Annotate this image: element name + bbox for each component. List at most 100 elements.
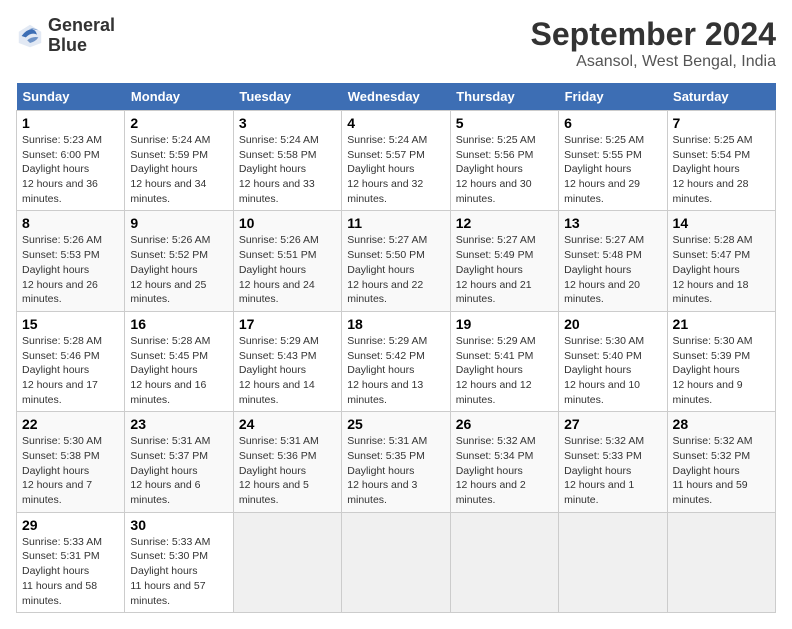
- week-row-1: 1 Sunrise: 5:23 AMSunset: 6:00 PMDayligh…: [17, 111, 776, 211]
- day-number: 8: [22, 215, 119, 231]
- day-number: 13: [564, 215, 661, 231]
- day-number: 19: [456, 316, 553, 332]
- weekday-header-monday: Monday: [125, 83, 233, 111]
- page-header: General Blue September 2024 Asansol, Wes…: [16, 16, 776, 71]
- day-info: Sunrise: 5:32 AMSunset: 5:33 PMDaylight …: [564, 435, 644, 506]
- day-info: Sunrise: 5:31 AMSunset: 5:36 PMDaylight …: [239, 435, 319, 506]
- calendar-cell: [450, 512, 558, 612]
- day-info: Sunrise: 5:26 AMSunset: 5:51 PMDaylight …: [239, 234, 319, 305]
- calendar-cell: 17 Sunrise: 5:29 AMSunset: 5:43 PMDaylig…: [233, 311, 341, 411]
- day-info: Sunrise: 5:32 AMSunset: 5:34 PMDaylight …: [456, 435, 536, 506]
- calendar-cell: 20 Sunrise: 5:30 AMSunset: 5:40 PMDaylig…: [559, 311, 667, 411]
- day-info: Sunrise: 5:28 AMSunset: 5:47 PMDaylight …: [673, 234, 753, 305]
- day-number: 28: [673, 416, 770, 432]
- day-info: Sunrise: 5:30 AMSunset: 5:38 PMDaylight …: [22, 435, 102, 506]
- calendar-cell: [233, 512, 341, 612]
- day-number: 25: [347, 416, 444, 432]
- day-info: Sunrise: 5:28 AMSunset: 5:45 PMDaylight …: [130, 335, 210, 406]
- calendar-cell: 10 Sunrise: 5:26 AMSunset: 5:51 PMDaylig…: [233, 211, 341, 311]
- day-info: Sunrise: 5:25 AMSunset: 5:54 PMDaylight …: [673, 134, 753, 205]
- calendar-cell: 24 Sunrise: 5:31 AMSunset: 5:36 PMDaylig…: [233, 412, 341, 512]
- day-number: 4: [347, 115, 444, 131]
- calendar-cell: 28 Sunrise: 5:32 AMSunset: 5:32 PMDaylig…: [667, 412, 775, 512]
- calendar-cell: 3 Sunrise: 5:24 AMSunset: 5:58 PMDayligh…: [233, 111, 341, 211]
- calendar-cell: 14 Sunrise: 5:28 AMSunset: 5:47 PMDaylig…: [667, 211, 775, 311]
- calendar-cell: 15 Sunrise: 5:28 AMSunset: 5:46 PMDaylig…: [17, 311, 125, 411]
- logo: General Blue: [16, 16, 115, 56]
- day-info: Sunrise: 5:30 AMSunset: 5:39 PMDaylight …: [673, 335, 753, 406]
- day-number: 21: [673, 316, 770, 332]
- day-number: 27: [564, 416, 661, 432]
- month-title: September 2024: [531, 16, 776, 53]
- day-number: 16: [130, 316, 227, 332]
- day-number: 7: [673, 115, 770, 131]
- calendar-cell: 18 Sunrise: 5:29 AMSunset: 5:42 PMDaylig…: [342, 311, 450, 411]
- weekday-header-wednesday: Wednesday: [342, 83, 450, 111]
- calendar-cell: 25 Sunrise: 5:31 AMSunset: 5:35 PMDaylig…: [342, 412, 450, 512]
- calendar-cell: 13 Sunrise: 5:27 AMSunset: 5:48 PMDaylig…: [559, 211, 667, 311]
- calendar-cell: 29 Sunrise: 5:33 AMSunset: 5:31 PMDaylig…: [17, 512, 125, 612]
- week-row-2: 8 Sunrise: 5:26 AMSunset: 5:53 PMDayligh…: [17, 211, 776, 311]
- calendar-cell: 5 Sunrise: 5:25 AMSunset: 5:56 PMDayligh…: [450, 111, 558, 211]
- calendar-cell: 11 Sunrise: 5:27 AMSunset: 5:50 PMDaylig…: [342, 211, 450, 311]
- day-info: Sunrise: 5:23 AMSunset: 6:00 PMDaylight …: [22, 134, 102, 205]
- day-info: Sunrise: 5:24 AMSunset: 5:59 PMDaylight …: [130, 134, 210, 205]
- day-info: Sunrise: 5:27 AMSunset: 5:50 PMDaylight …: [347, 234, 427, 305]
- day-number: 26: [456, 416, 553, 432]
- day-info: Sunrise: 5:31 AMSunset: 5:37 PMDaylight …: [130, 435, 210, 506]
- day-info: Sunrise: 5:27 AMSunset: 5:49 PMDaylight …: [456, 234, 536, 305]
- day-info: Sunrise: 5:33 AMSunset: 5:31 PMDaylight …: [22, 536, 102, 607]
- day-info: Sunrise: 5:29 AMSunset: 5:42 PMDaylight …: [347, 335, 427, 406]
- day-number: 9: [130, 215, 227, 231]
- calendar-cell: 9 Sunrise: 5:26 AMSunset: 5:52 PMDayligh…: [125, 211, 233, 311]
- calendar-cell: 1 Sunrise: 5:23 AMSunset: 6:00 PMDayligh…: [17, 111, 125, 211]
- day-info: Sunrise: 5:33 AMSunset: 5:30 PMDaylight …: [130, 536, 210, 607]
- day-info: Sunrise: 5:29 AMSunset: 5:41 PMDaylight …: [456, 335, 536, 406]
- day-info: Sunrise: 5:24 AMSunset: 5:57 PMDaylight …: [347, 134, 427, 205]
- day-number: 15: [22, 316, 119, 332]
- day-number: 14: [673, 215, 770, 231]
- day-number: 12: [456, 215, 553, 231]
- weekday-header-tuesday: Tuesday: [233, 83, 341, 111]
- day-info: Sunrise: 5:31 AMSunset: 5:35 PMDaylight …: [347, 435, 427, 506]
- day-info: Sunrise: 5:27 AMSunset: 5:48 PMDaylight …: [564, 234, 644, 305]
- calendar-cell: 6 Sunrise: 5:25 AMSunset: 5:55 PMDayligh…: [559, 111, 667, 211]
- day-number: 17: [239, 316, 336, 332]
- day-number: 6: [564, 115, 661, 131]
- weekday-header-saturday: Saturday: [667, 83, 775, 111]
- week-row-5: 29 Sunrise: 5:33 AMSunset: 5:31 PMDaylig…: [17, 512, 776, 612]
- calendar-cell: 30 Sunrise: 5:33 AMSunset: 5:30 PMDaylig…: [125, 512, 233, 612]
- day-number: 10: [239, 215, 336, 231]
- day-info: Sunrise: 5:28 AMSunset: 5:46 PMDaylight …: [22, 335, 102, 406]
- day-number: 24: [239, 416, 336, 432]
- day-number: 3: [239, 115, 336, 131]
- weekday-header-row: SundayMondayTuesdayWednesdayThursdayFrid…: [17, 83, 776, 111]
- calendar-cell: [342, 512, 450, 612]
- day-info: Sunrise: 5:32 AMSunset: 5:32 PMDaylight …: [673, 435, 753, 506]
- day-number: 22: [22, 416, 119, 432]
- day-info: Sunrise: 5:25 AMSunset: 5:55 PMDaylight …: [564, 134, 644, 205]
- logo-icon: [16, 22, 44, 50]
- day-number: 18: [347, 316, 444, 332]
- calendar-cell: 8 Sunrise: 5:26 AMSunset: 5:53 PMDayligh…: [17, 211, 125, 311]
- calendar-cell: 22 Sunrise: 5:30 AMSunset: 5:38 PMDaylig…: [17, 412, 125, 512]
- calendar-cell: [667, 512, 775, 612]
- calendar-cell: 4 Sunrise: 5:24 AMSunset: 5:57 PMDayligh…: [342, 111, 450, 211]
- calendar-table: SundayMondayTuesdayWednesdayThursdayFrid…: [16, 83, 776, 613]
- day-number: 23: [130, 416, 227, 432]
- day-info: Sunrise: 5:26 AMSunset: 5:53 PMDaylight …: [22, 234, 102, 305]
- week-row-3: 15 Sunrise: 5:28 AMSunset: 5:46 PMDaylig…: [17, 311, 776, 411]
- calendar-cell: 23 Sunrise: 5:31 AMSunset: 5:37 PMDaylig…: [125, 412, 233, 512]
- calendar-cell: 16 Sunrise: 5:28 AMSunset: 5:45 PMDaylig…: [125, 311, 233, 411]
- calendar-cell: 21 Sunrise: 5:30 AMSunset: 5:39 PMDaylig…: [667, 311, 775, 411]
- day-number: 1: [22, 115, 119, 131]
- day-number: 11: [347, 215, 444, 231]
- title-area: September 2024 Asansol, West Bengal, Ind…: [531, 16, 776, 71]
- calendar-cell: 19 Sunrise: 5:29 AMSunset: 5:41 PMDaylig…: [450, 311, 558, 411]
- calendar-cell: 2 Sunrise: 5:24 AMSunset: 5:59 PMDayligh…: [125, 111, 233, 211]
- day-number: 29: [22, 517, 119, 533]
- weekday-header-friday: Friday: [559, 83, 667, 111]
- logo-text: General Blue: [48, 16, 115, 56]
- calendar-cell: 26 Sunrise: 5:32 AMSunset: 5:34 PMDaylig…: [450, 412, 558, 512]
- week-row-4: 22 Sunrise: 5:30 AMSunset: 5:38 PMDaylig…: [17, 412, 776, 512]
